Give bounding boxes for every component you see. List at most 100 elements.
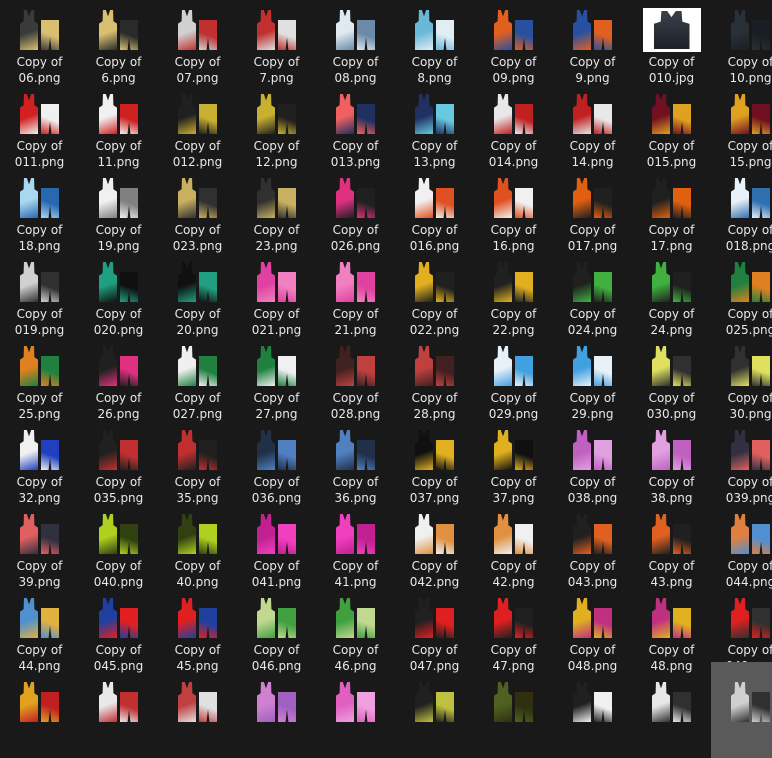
file-item[interactable]: Copy of 013.png — [316, 86, 395, 170]
file-item[interactable]: Copy of 25.png — [0, 338, 79, 422]
file-thumbnail[interactable] — [11, 344, 69, 388]
file-thumbnail[interactable] — [90, 680, 148, 724]
file-thumbnail[interactable] — [722, 344, 772, 388]
file-item[interactable]: Copy of 41.png — [316, 506, 395, 590]
file-thumbnail[interactable] — [169, 92, 227, 136]
file-item[interactable]: Copy of 045.png — [79, 590, 158, 674]
file-thumbnail[interactable] — [722, 260, 772, 304]
file-item[interactable]: Copy of 43.png — [632, 506, 711, 590]
file-item[interactable] — [158, 674, 237, 758]
file-item[interactable]: Copy of 35.png — [158, 422, 237, 506]
file-thumbnail[interactable] — [327, 596, 385, 640]
file-thumbnail[interactable] — [169, 260, 227, 304]
file-thumbnail[interactable] — [406, 260, 464, 304]
file-item[interactable]: Copy of 07.png — [158, 2, 237, 86]
file-item[interactable]: Copy of 12.png — [237, 86, 316, 170]
file-item[interactable]: Copy of 020.png — [79, 254, 158, 338]
file-thumbnail[interactable] — [90, 176, 148, 220]
file-thumbnail[interactable] — [722, 680, 772, 724]
file-item[interactable]: Copy of 015.png — [632, 86, 711, 170]
file-item[interactable]: Copy of 16.png — [474, 170, 553, 254]
file-thumbnail[interactable] — [564, 512, 622, 556]
file-item[interactable] — [395, 674, 474, 758]
file-item[interactable]: Copy of 29.png — [553, 338, 632, 422]
file-thumbnail[interactable] — [643, 680, 701, 724]
file-item[interactable]: Copy of 10.png — [711, 2, 772, 86]
file-thumbnail[interactable] — [248, 680, 306, 724]
file-item[interactable]: Copy of 012.png — [158, 86, 237, 170]
file-item[interactable]: Copy of 39.png — [0, 506, 79, 590]
file-item[interactable]: Copy of 038.png — [553, 422, 632, 506]
file-item[interactable]: Copy of 27.png — [237, 338, 316, 422]
file-thumbnail[interactable] — [564, 260, 622, 304]
file-thumbnail[interactable] — [564, 344, 622, 388]
file-item[interactable]: Copy of 11.png — [79, 86, 158, 170]
file-item[interactable]: Copy of 48.png — [632, 590, 711, 674]
file-item[interactable]: Copy of 38.png — [632, 422, 711, 506]
file-thumbnail[interactable] — [485, 8, 543, 52]
file-item[interactable]: Copy of 021.png — [237, 254, 316, 338]
file-thumbnail[interactable] — [722, 596, 772, 640]
file-thumbnail[interactable] — [406, 344, 464, 388]
file-thumbnail[interactable] — [90, 92, 148, 136]
file-item[interactable]: Copy of 37.png — [474, 422, 553, 506]
file-item[interactable] — [316, 674, 395, 758]
file-item[interactable]: Copy of 18.png — [0, 170, 79, 254]
file-thumbnail[interactable] — [248, 344, 306, 388]
file-item[interactable]: Copy of 025.png — [711, 254, 772, 338]
file-item[interactable]: Copy of 09.png — [474, 2, 553, 86]
file-thumbnail[interactable] — [327, 176, 385, 220]
file-thumbnail[interactable] — [406, 680, 464, 724]
file-item[interactable]: Copy of 26.png — [79, 338, 158, 422]
file-item[interactable]: Copy of 7.png — [237, 2, 316, 86]
file-thumbnail[interactable] — [11, 176, 69, 220]
file-item[interactable]: Copy of 30.png — [711, 338, 772, 422]
file-thumbnail[interactable] — [643, 8, 701, 52]
file-item[interactable]: Copy of 028.png — [316, 338, 395, 422]
file-item[interactable]: Copy of 21.png — [316, 254, 395, 338]
file-item[interactable]: Copy of 022.png — [395, 254, 474, 338]
file-item[interactable]: Copy of 011.png — [0, 86, 79, 170]
file-item[interactable]: Copy of 040.png — [79, 506, 158, 590]
file-item[interactable] — [79, 674, 158, 758]
file-thumbnail[interactable] — [90, 596, 148, 640]
file-item[interactable]: Copy of 018.png — [711, 170, 772, 254]
file-thumbnail[interactable] — [485, 680, 543, 724]
file-thumbnail[interactable] — [564, 8, 622, 52]
file-item[interactable]: Copy of 36.png — [316, 422, 395, 506]
file-item[interactable]: Copy of 17.png — [632, 170, 711, 254]
file-item[interactable]: Copy of 014.png — [474, 86, 553, 170]
file-thumbnail[interactable] — [485, 92, 543, 136]
file-thumbnail[interactable] — [485, 512, 543, 556]
file-item[interactable]: Copy of 016.png — [395, 170, 474, 254]
file-item[interactable]: Copy of 035.png — [79, 422, 158, 506]
file-item[interactable]: Copy of 029.png — [474, 338, 553, 422]
file-thumbnail[interactable] — [564, 176, 622, 220]
file-item[interactable]: Copy of 44.png — [0, 590, 79, 674]
file-thumbnail[interactable] — [643, 596, 701, 640]
file-thumbnail[interactable] — [169, 8, 227, 52]
file-item[interactable]: Copy of 13.png — [395, 86, 474, 170]
file-thumbnail[interactable] — [485, 596, 543, 640]
file-thumbnail[interactable] — [406, 92, 464, 136]
file-item[interactable]: Copy of 14.png — [553, 86, 632, 170]
file-thumbnail[interactable] — [169, 512, 227, 556]
file-item[interactable]: Copy of 40.png — [158, 506, 237, 590]
file-item[interactable] — [0, 674, 79, 758]
file-thumbnail[interactable] — [485, 260, 543, 304]
file-item[interactable] — [553, 674, 632, 758]
file-thumbnail[interactable] — [248, 92, 306, 136]
file-item[interactable]: Copy of 20.png — [158, 254, 237, 338]
file-item[interactable]: Copy of 046.png — [237, 590, 316, 674]
file-thumbnail[interactable] — [327, 92, 385, 136]
file-thumbnail[interactable] — [643, 428, 701, 472]
file-item[interactable] — [237, 674, 316, 758]
file-item[interactable]: Copy of 010.jpg — [632, 2, 711, 86]
file-thumbnail[interactable] — [406, 8, 464, 52]
file-item[interactable]: Copy of 23.png — [237, 170, 316, 254]
file-item[interactable]: Copy of 06.png — [0, 2, 79, 86]
file-thumbnail[interactable] — [643, 344, 701, 388]
file-item[interactable]: Copy of 026.png — [316, 170, 395, 254]
file-item[interactable]: Copy of 043.png — [553, 506, 632, 590]
file-thumbnail[interactable] — [485, 176, 543, 220]
